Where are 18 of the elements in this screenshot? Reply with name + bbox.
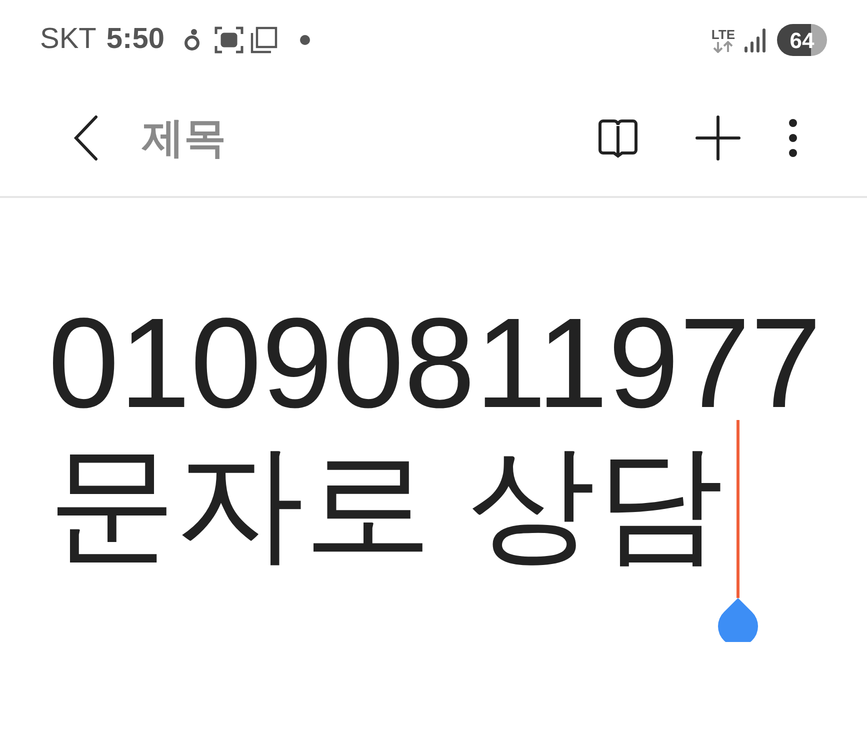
battery-indicator: 64 <box>777 24 827 56</box>
clock-time: 5:50 <box>106 22 164 58</box>
more-icon <box>788 118 798 158</box>
signal-icon <box>743 27 767 53</box>
note-text-line: 문자로 상담 <box>48 440 724 568</box>
notification-icon <box>184 27 200 53</box>
back-icon <box>73 115 99 161</box>
note-text-line: 01090811977 <box>48 300 822 428</box>
book-icon <box>596 118 640 158</box>
network-type: LTE <box>711 28 735 40</box>
copy-icon <box>250 26 278 54</box>
plus-icon <box>695 115 741 161</box>
carrier-name: SKT <box>40 22 96 58</box>
screenshot-icon <box>214 26 244 54</box>
add-button[interactable] <box>693 113 743 163</box>
title-field[interactable]: 제목 <box>142 106 226 170</box>
dot-icon <box>300 35 310 45</box>
data-arrows-icon <box>712 40 734 52</box>
